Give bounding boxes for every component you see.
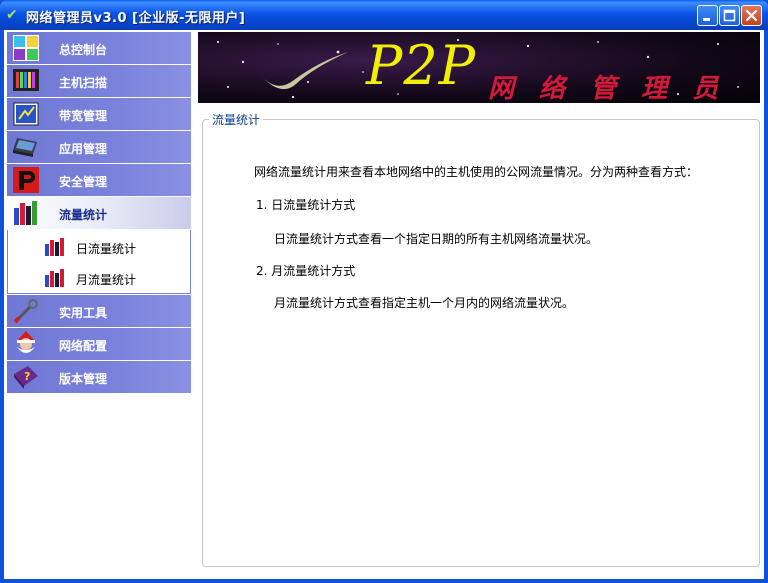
minimize-icon [703, 18, 710, 21]
traffic-stats-icon [14, 201, 37, 225]
sidebar-item-label: 带宽管理 [59, 109, 108, 123]
help-book-icon: ? [14, 366, 38, 389]
minimize-button[interactable] [697, 5, 718, 26]
section1-title: 1. 日流量统计方式 [256, 198, 356, 212]
sidebar-item-version[interactable]: ? 版本管理 [7, 361, 191, 393]
sidebar-item-bandwidth[interactable]: 带宽管理 [7, 98, 191, 130]
host-scan-icon [13, 69, 39, 91]
window-title: 网络管理员v3.0 [企业版-无限用户] [26, 11, 246, 26]
sidebar-item-label: 安全管理 [59, 175, 108, 189]
sidebar-item-app-management[interactable]: 应用管理 [7, 131, 191, 163]
svg-text:?: ? [24, 370, 30, 383]
banner-image: P2P 网 络 管 理 员 [198, 32, 760, 103]
checkmark-icon: ✔ [6, 7, 18, 23]
sidebar-item-traffic-stats[interactable]: 流量统计 [7, 197, 191, 229]
section1-desc: 日流量统计方式查看一个指定日期的所有主机网络流量状况。 [274, 232, 599, 246]
title-bar[interactable]: ✔ 网络管理员v3.0 [企业版-无限用户] [0, 0, 768, 30]
sidebar-item-label: 主机扫描 [59, 76, 108, 90]
section2-desc: 月流量统计方式查看指定主机一个月内的网络流量状况。 [274, 296, 575, 310]
sidebar-item-label: 应用管理 [59, 142, 108, 156]
banner-subtitle: 网 络 管 理 员 [488, 74, 727, 103]
sidebar-item-network-config[interactable]: 网络配置 [7, 328, 191, 360]
close-icon [745, 9, 758, 22]
security-p-icon [13, 167, 39, 193]
subitem-label: 日流量统计 [76, 242, 137, 256]
client-area: 总控制台 主机扫描 带宽管理 应用管理 安全管理 流量统计 日流量统计 月流量统… [4, 30, 764, 579]
control-panel-icon [13, 35, 39, 61]
subitem-label: 月流量统计 [76, 273, 137, 287]
sidebar-item-host-scan[interactable]: 主机扫描 [7, 65, 191, 97]
sidebar-item-label: 网络配置 [59, 339, 108, 353]
maximize-button[interactable] [719, 5, 740, 26]
groupbox-title: 流量统计 [209, 111, 264, 128]
maximize-icon [723, 9, 736, 22]
tools-icon [13, 299, 38, 324]
sidebar-item-console[interactable]: 总控制台 [7, 32, 191, 64]
laptop-icon [13, 138, 37, 157]
sidebar-item-tools[interactable]: 实用工具 [7, 295, 191, 327]
sidebar-item-label: 流量统计 [59, 208, 108, 222]
close-button[interactable] [741, 5, 762, 26]
sidebar-item-label: 实用工具 [59, 306, 108, 320]
banner-title: P2P [366, 34, 477, 97]
traffic-stats-icon [45, 269, 64, 287]
sidebar-nav: 总控制台 主机扫描 带宽管理 应用管理 安全管理 流量统计 日流量统计 月流量统… [7, 32, 191, 394]
sidebar-item-security[interactable]: 安全管理 [7, 164, 191, 196]
section2-title: 2. 月流量统计方式 [256, 264, 356, 278]
traffic-submenu: 日流量统计 月流量统计 [7, 230, 191, 294]
sidebar-item-label: 总控制台 [59, 43, 108, 57]
intro-text: 网络流量统计用来查看本地网络中的主机使用的公网流量情况。分为两种查看方式： [254, 165, 699, 179]
traffic-stats-groupbox [202, 119, 760, 567]
app-window: ✔ 网络管理员v3.0 [企业版-无限用户] 总控制台 主机扫描 带宽管理 应用… [0, 0, 768, 583]
santa-icon [17, 331, 35, 353]
bandwidth-icon [13, 102, 39, 126]
sidebar-item-label: 版本管理 [59, 372, 108, 386]
traffic-stats-icon [45, 238, 64, 256]
